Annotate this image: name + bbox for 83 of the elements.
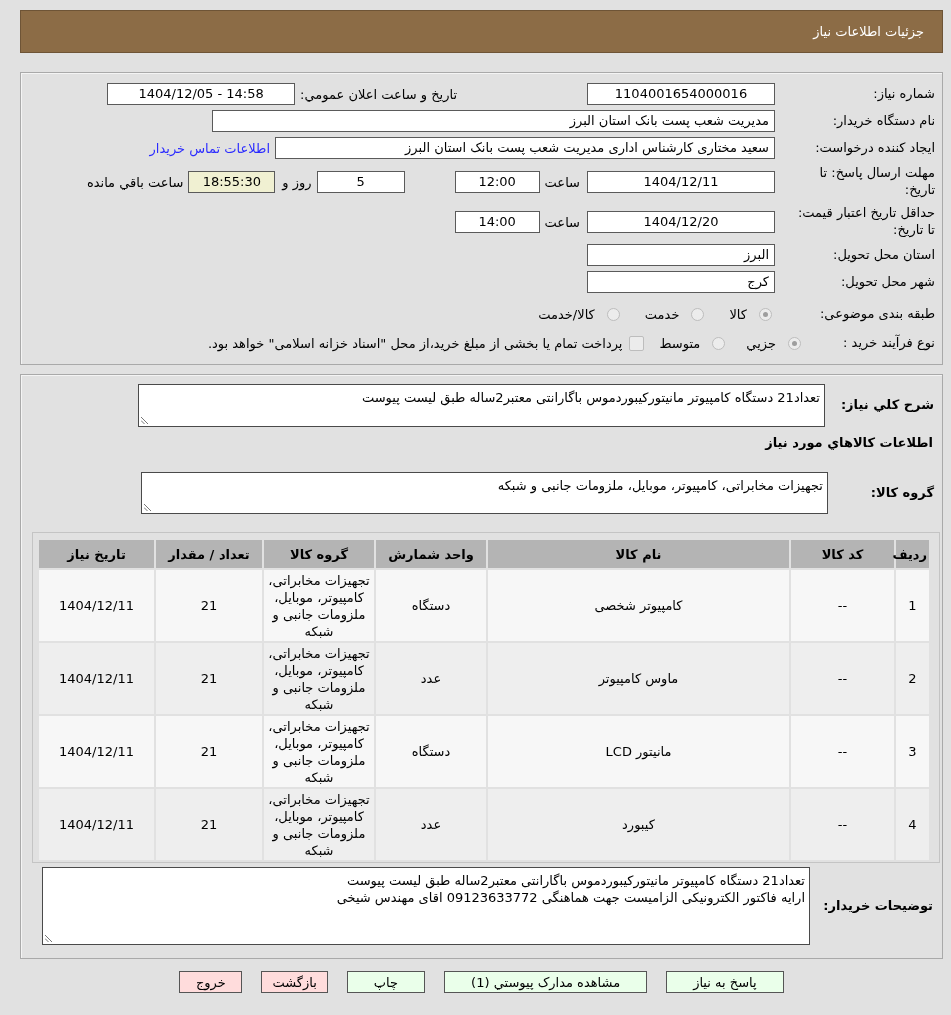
radio-label: کالا xyxy=(729,306,747,322)
field-label: حداقل تاریخ اعتبار قیمت: تا تاریخ: xyxy=(796,205,935,239)
table-cell: -- xyxy=(791,643,894,714)
time-field[interactable]: 14:00 xyxy=(454,211,540,233)
time-field[interactable]: 12:00 xyxy=(454,171,540,193)
date-field[interactable]: 1404/12/11 xyxy=(587,171,775,193)
radio-label: جزيي xyxy=(746,335,776,351)
table-cell: 2 xyxy=(896,643,929,714)
field-label: استان محل تحویل: xyxy=(832,246,935,264)
field-label: مهلت ارسال پاسخ: تا تاریخ: xyxy=(818,165,935,199)
page-title: جزئیات اطلاعات نیاز xyxy=(813,24,924,39)
countdown-field: 18:55:30 xyxy=(188,171,276,193)
field-label: ساعت xyxy=(544,214,580,230)
table-cell: 1404/12/11 xyxy=(39,716,154,787)
radio-label: خدمت xyxy=(644,306,680,322)
table-cell: 21 xyxy=(156,789,262,860)
field-label: روز و xyxy=(282,174,312,190)
table-cell: 1404/12/11 xyxy=(39,789,154,860)
action-button[interactable]: پاسخ به نیاز xyxy=(666,971,784,993)
action-button[interactable]: خروج xyxy=(179,971,243,993)
table-cell: -- xyxy=(791,570,894,641)
table-cell: دستگاه xyxy=(376,570,486,641)
table-cell: 21 xyxy=(156,643,262,714)
field-label: ایجاد کننده درخواست: xyxy=(814,139,935,157)
field-label: توضیحات خریدار: xyxy=(822,897,933,915)
table-cell: 1404/12/11 xyxy=(39,643,154,714)
table-cell: کیبورد xyxy=(488,789,789,860)
field-label: تاریخ و ساعت اعلان عمومي: xyxy=(300,86,457,102)
checkbox-label: پرداخت تمام یا بخشی از مبلغ خرید،از محل "اسناد خزانه اسلامی" خواهد بود. xyxy=(207,335,623,351)
table-cell: دستگاه xyxy=(376,716,486,787)
buyer-notes-textarea[interactable]: تعداد21 دستگاه کامپیوتر مانیتورکیبوردموس باگارانتی معتبر2ساله طبق لیست پیوست ارایه فاکتور الکترونیکی الزامیست جهت هماهنگی 09123633772 اقای مهندس شیخی xyxy=(42,867,810,945)
table-cell: 3 xyxy=(896,716,929,787)
goods-group-textarea[interactable]: تجهیزات مخابراتی، کامپیوتر، موبایل، ملزومات جانبی و شبکه xyxy=(141,472,828,514)
field-label: نوع فرآیند خرید : xyxy=(842,334,935,352)
field-label: گروه کالا: xyxy=(869,484,934,502)
announcement-date-field[interactable]: 1404/12/05 - 14:58 xyxy=(107,83,296,105)
field-label: نام دستگاه خریدار: xyxy=(831,112,935,130)
field-label: ساعت xyxy=(544,174,580,190)
table-cell: 21 xyxy=(156,570,262,641)
table-cell: ماوس کامپیوتر xyxy=(488,643,789,714)
action-button[interactable]: بازگشت xyxy=(261,971,328,993)
date-field[interactable]: 1404/12/20 xyxy=(587,211,775,233)
buyer-org-field[interactable]: مدیریت شعب پست بانک استان البرز xyxy=(212,110,775,132)
resize-grip-icon xyxy=(144,504,151,511)
field-label: ساعت باقي مانده xyxy=(86,174,184,190)
province-field[interactable]: البرز xyxy=(587,244,775,266)
city-field[interactable]: کرج xyxy=(587,271,775,293)
table-cell: کامپیوتر شخصی xyxy=(488,570,789,641)
summary-textarea[interactable]: تعداد21 دستگاه کامپیوتر مانیتورکیبوردموس باگارانتی معتبر2ساله طبق لیست پیوست xyxy=(138,384,825,427)
action-button[interactable]: چاپ xyxy=(346,971,426,993)
contact-link[interactable]: اطلاعات تماس خریدار xyxy=(149,140,270,156)
section-heading: اطلاعات کالاهاي مورد نیاز xyxy=(765,434,933,450)
field-label: شرح کلي نیاز: xyxy=(839,397,934,414)
table-cell: تجهیزات مخابراتی، کامپیوتر، موبایل، ملزومات جانبی و شبکه xyxy=(264,643,374,714)
field-label: شهر محل تحویل: xyxy=(839,273,935,291)
table-cell: -- xyxy=(791,789,894,860)
table-cell: تجهیزات مخابراتی، کامپیوتر، موبایل، ملزومات جانبی و شبکه xyxy=(264,716,374,787)
resize-grip-icon xyxy=(141,417,148,424)
days-field[interactable]: 5 xyxy=(316,171,405,193)
table-cell: 1404/12/11 xyxy=(39,570,154,641)
table-cell: عدد xyxy=(376,643,486,714)
requester-field[interactable]: سعید مختاری کارشناس اداری مدیریت شعب پست بانک استان البرز xyxy=(275,137,775,159)
radio-label: متوسط xyxy=(659,335,701,351)
table-cell: تجهیزات مخابراتی، کامپیوتر، موبایل، ملزومات جانبی و شبکه xyxy=(264,570,374,641)
table-cell: تجهیزات مخابراتی، کامپیوتر، موبایل، ملزومات جانبی و شبکه xyxy=(264,789,374,860)
radio-label: کالا/خدمت xyxy=(538,306,595,322)
table-cell: 1 xyxy=(896,570,929,641)
table-cell: -- xyxy=(791,716,894,787)
resize-grip-icon xyxy=(45,935,52,942)
column-header: تعداد / مقدار xyxy=(156,540,262,568)
column-header: نام کالا xyxy=(488,540,789,568)
need-number-field[interactable]: 1104001654000016 xyxy=(587,83,775,105)
table-cell: مانیتور LCD xyxy=(488,716,789,787)
field-label: طبقه بندی موضوعی: xyxy=(818,305,935,323)
column-header: گروه کالا xyxy=(264,540,374,568)
action-button[interactable]: مشاهده مدارک پیوستي (1) xyxy=(444,971,648,993)
table-cell: 21 xyxy=(156,716,262,787)
table-cell: 4 xyxy=(896,789,929,860)
column-header: کد کالا xyxy=(791,540,894,568)
column-header: واحد شمارش xyxy=(376,540,486,568)
column-header: تاریخ نیاز xyxy=(39,540,154,568)
field-label: شماره نیاز: xyxy=(872,85,935,103)
table-cell: عدد xyxy=(376,789,486,860)
